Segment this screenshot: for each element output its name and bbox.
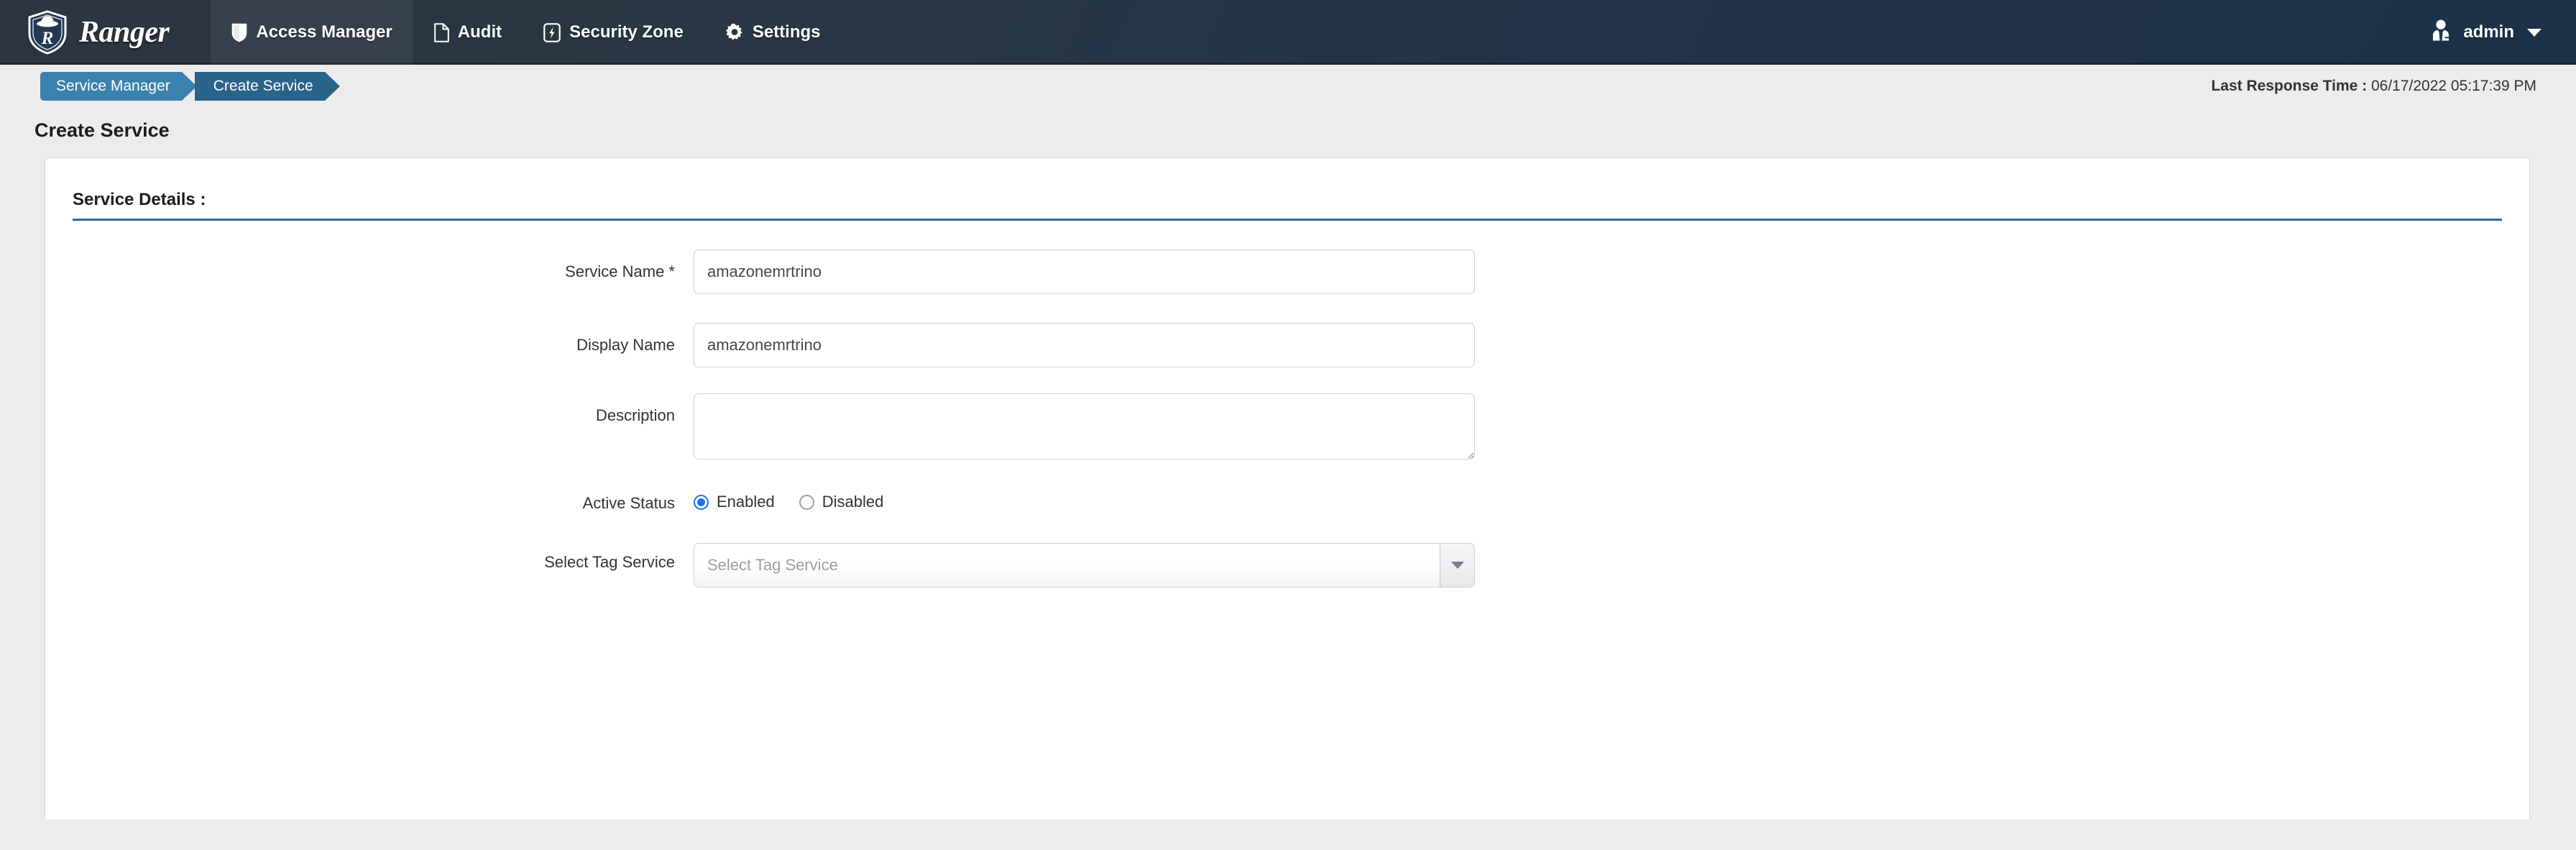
radio-enabled-indicator[interactable]: [694, 494, 709, 510]
page-title: Create Service: [34, 119, 170, 141]
caret-down-icon: [1450, 562, 1464, 569]
brand-logo[interactable]: R Ranger: [27, 10, 170, 55]
breadcrumb-label: Service Manager: [40, 72, 182, 101]
radio-disabled-label: Disabled: [822, 493, 884, 511]
active-status-radio-group: Enabled Disabled: [694, 491, 2529, 511]
top-navigation-bar: R Ranger Access Manager Audit Security Z…: [0, 0, 2576, 65]
last-response-time-label: Last Response Time :: [2211, 78, 2368, 94]
breadcrumb-chevron-icon: [324, 72, 340, 101]
ranger-shield-logo-icon: R: [27, 10, 68, 55]
description-textarea[interactable]: [694, 393, 1475, 460]
radio-disabled-indicator[interactable]: [799, 494, 814, 510]
service-name-label: Service Name *: [565, 262, 675, 280]
service-details-section-header: Service Details :: [73, 190, 2502, 221]
nav-item-label: Audit: [457, 22, 502, 42]
select-tag-service-toggle-button[interactable]: [1440, 544, 1474, 587]
nav-item-audit[interactable]: Audit: [413, 0, 523, 65]
description-label: Description: [595, 406, 675, 424]
service-details-heading: Service Details :: [73, 190, 206, 209]
breadcrumb-label: Create Service: [194, 72, 325, 101]
breadcrumb-bar: Service Manager Create Service Last Resp…: [0, 65, 2576, 108]
nav-item-label: Security Zone: [569, 22, 684, 42]
service-details-form: Service Name * Display Name Description …: [45, 221, 2529, 588]
service-name-input[interactable]: [694, 250, 1475, 294]
user-tie-icon: [2429, 19, 2453, 47]
radio-enabled-label: Enabled: [717, 493, 775, 511]
select-tag-service-label: Select Tag Service: [544, 553, 675, 571]
brand-name: Ranger: [79, 16, 170, 49]
breadcrumb-item-create-service[interactable]: Create Service: [194, 72, 340, 101]
last-response-time: Last Response Time : 06/17/2022 05:17:39…: [2211, 78, 2536, 95]
svg-text:R: R: [41, 29, 54, 48]
field-row-select-tag-service: Select Tag Service Select Tag Service: [45, 543, 2529, 588]
user-menu-label: admin: [2463, 22, 2514, 42]
nav-items: Access Manager Audit Security Zone Setti…: [211, 0, 841, 65]
display-name-label: Display Name: [576, 336, 675, 354]
last-response-time-value: 06/17/2022 05:17:39 PM: [2370, 78, 2536, 94]
field-row-active-status: Active Status Enabled Disabled: [45, 491, 2529, 513]
select-tag-service-placeholder: Select Tag Service: [707, 556, 838, 574]
field-row-service-name: Service Name *: [45, 250, 2529, 294]
active-status-label: Active Status: [582, 494, 675, 512]
nav-item-label: Access Manager: [256, 22, 392, 42]
field-row-display-name: Display Name: [45, 323, 2529, 367]
breadcrumb-item-service-manager[interactable]: Service Manager: [40, 72, 197, 101]
user-menu[interactable]: admin: [2429, 19, 2576, 47]
field-row-description: Description: [45, 393, 2529, 460]
nav-item-security-zone[interactable]: Security Zone: [523, 0, 704, 65]
nav-item-settings[interactable]: Settings: [704, 0, 842, 65]
nav-item-access-manager[interactable]: Access Manager: [211, 0, 413, 65]
breadcrumb: Service Manager Create Service: [40, 72, 340, 101]
chevron-down-icon: [2527, 28, 2542, 37]
radio-option-disabled[interactable]: Disabled: [799, 493, 884, 511]
shield-icon: [231, 23, 247, 42]
gear-icon: [725, 23, 744, 42]
display-name-input[interactable]: [694, 323, 1475, 367]
create-service-card: Service Details : Service Name * Display…: [45, 157, 2530, 819]
bolt-box-icon: [543, 22, 561, 42]
nav-item-label: Settings: [752, 22, 821, 42]
file-icon: [433, 22, 449, 42]
select-tag-service-dropdown[interactable]: Select Tag Service: [694, 543, 1475, 588]
radio-option-enabled[interactable]: Enabled: [694, 493, 775, 511]
